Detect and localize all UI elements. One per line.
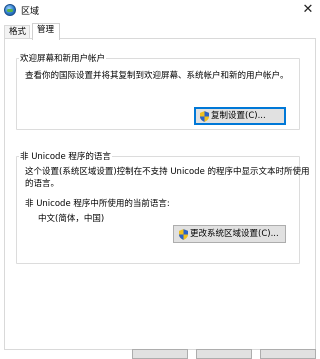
welcome-description: 查看你的国际设置并将其复制到欢迎屏幕、系统帐户和新的用户帐户。 [25, 71, 289, 81]
change-locale-label: 更改系统区域设置(C)... [190, 229, 279, 239]
unicode-description-line2: 的语言。 [25, 179, 60, 189]
uac-shield-icon [179, 228, 188, 240]
tab-panel: 欢迎屏幕和新用户帐户 查看你的国际设置并将其复制到欢迎屏幕、系统帐户和新的用户帐… [4, 38, 316, 350]
current-language-label: 非 Unicode 程序中所使用的当前语言: [25, 199, 170, 209]
copy-settings-label: 复制设置(C)... [211, 111, 266, 121]
title-bar: 区域 ✕ [0, 0, 320, 22]
unicode-description-line1: 这个设置(系统区域设置)控制在不支持 Unicode 的程序中显示文本时所使用 [25, 167, 310, 177]
unicode-group-label: 非 Unicode 程序的语言 [19, 150, 112, 162]
tab-format[interactable]: 格式 [4, 25, 30, 39]
close-button[interactable]: ✕ [300, 2, 316, 18]
copy-settings-button[interactable]: 复制设置(C)... [194, 107, 286, 125]
tab-administrative[interactable]: 管理 [32, 23, 60, 40]
cancel-button[interactable] [196, 349, 252, 359]
welcome-group-label: 欢迎屏幕和新用户帐户 [19, 52, 107, 64]
current-language-value: 中文(简体，中国) [38, 214, 105, 224]
apply-button[interactable] [260, 349, 316, 359]
ok-button[interactable] [132, 349, 188, 359]
globe-icon [4, 4, 16, 16]
window-title: 区域 [21, 7, 40, 17]
uac-shield-icon [200, 110, 209, 122]
change-system-locale-button[interactable]: 更改系统区域设置(C)... [173, 225, 286, 243]
